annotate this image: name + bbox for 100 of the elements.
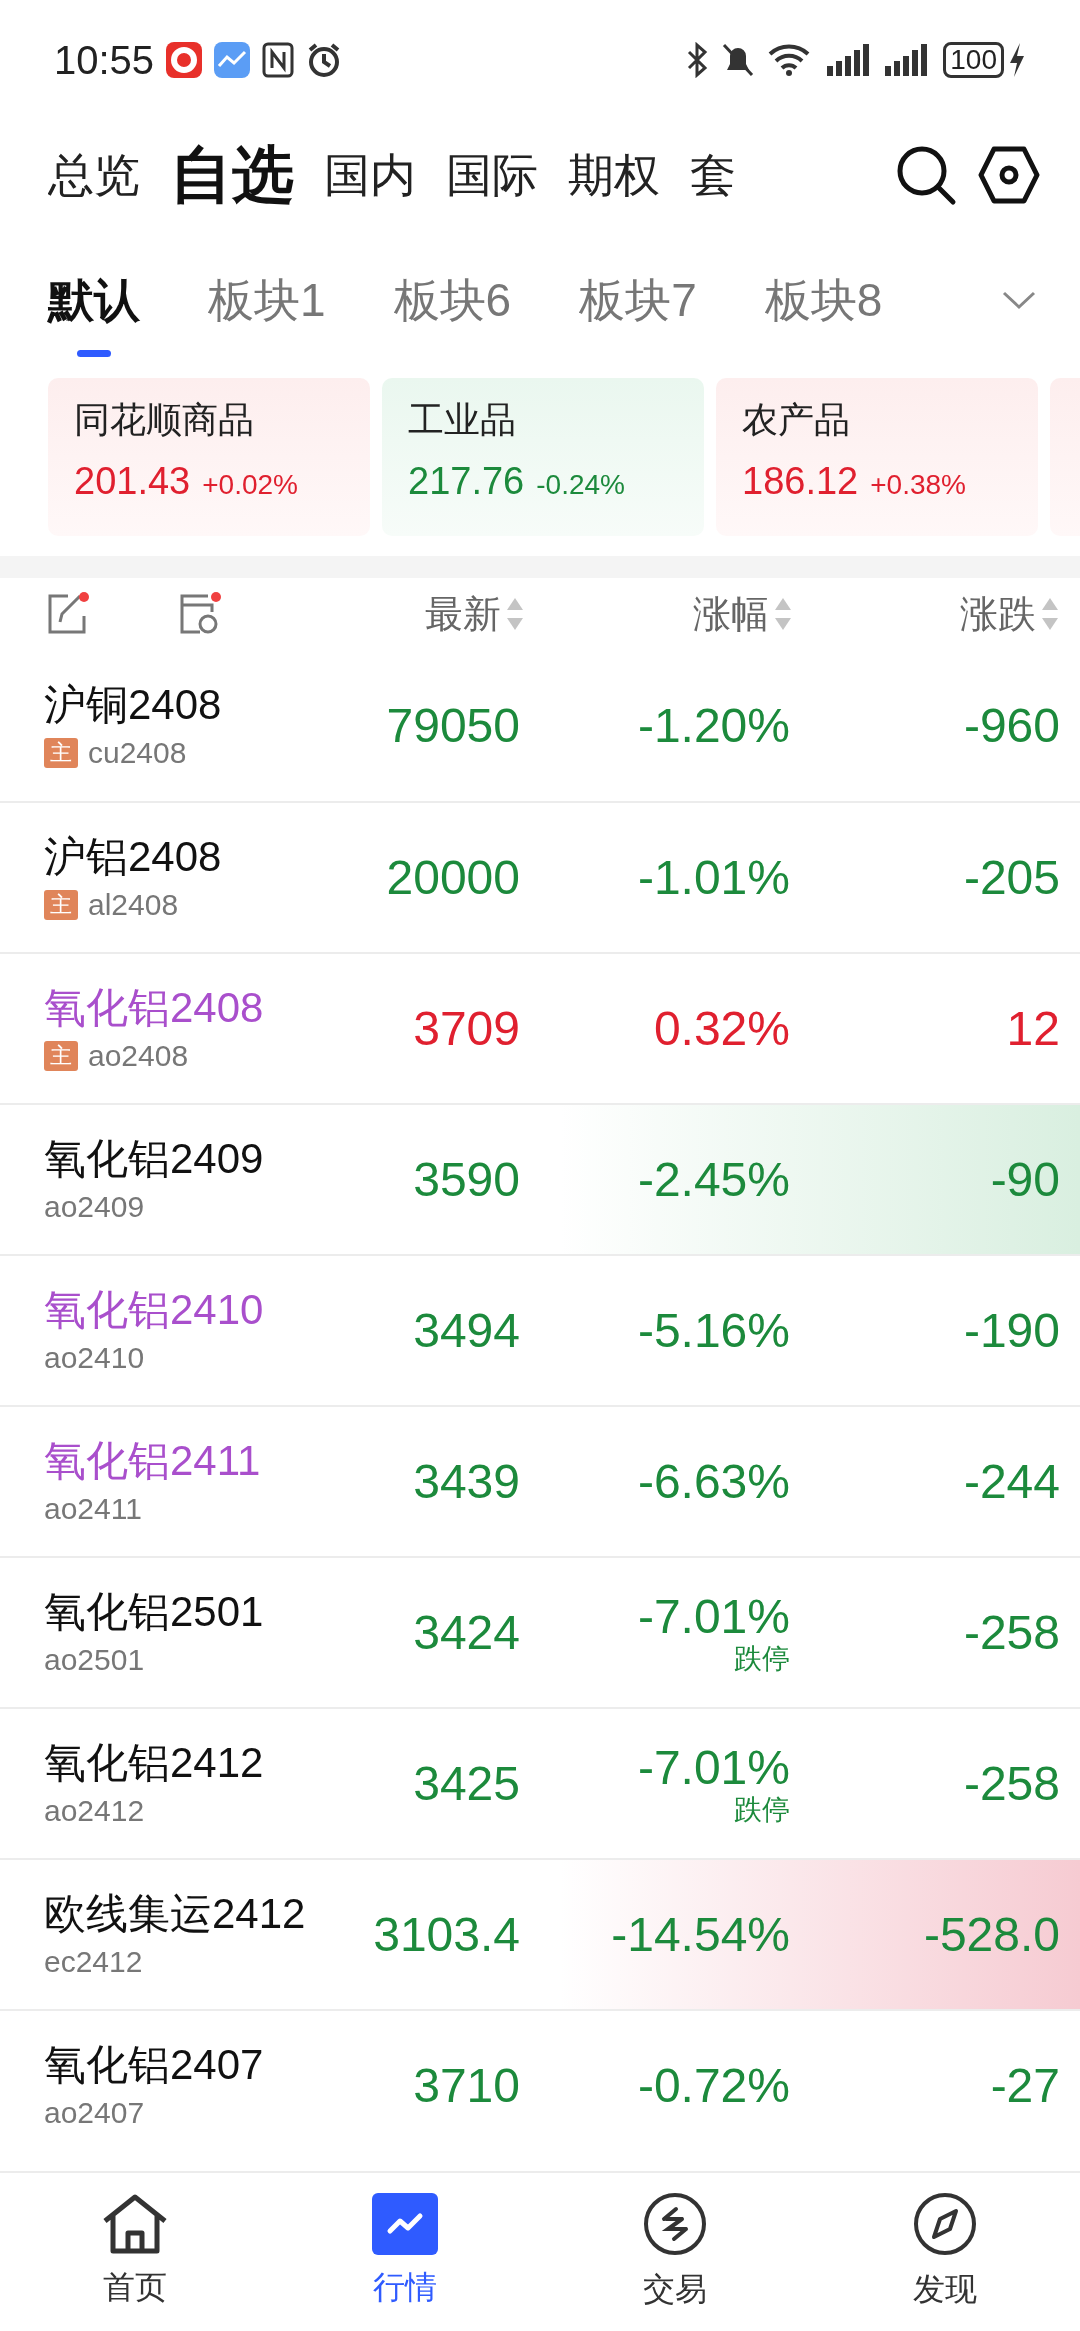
edit-icon[interactable]	[46, 592, 90, 636]
index-value: 186.12	[742, 462, 859, 500]
change-percent: -7.01%	[637, 1743, 790, 1792]
latest-price: 3590	[413, 1155, 520, 1204]
index-card[interactable]: 同花顺商品 201.43 +0.02%	[48, 378, 370, 536]
change-amount: -205	[963, 853, 1060, 902]
index-change: +0.02%	[202, 471, 298, 499]
group-tab[interactable]: 板块6	[393, 243, 512, 357]
contract-code: ec2412	[44, 1946, 143, 1977]
signal-icon	[827, 44, 870, 76]
nav-tab[interactable]: 行情	[270, 2173, 540, 2331]
group-tab[interactable]: 板块7	[579, 243, 697, 357]
battery-level: 100	[943, 42, 1004, 78]
change-percent: -5.16%	[637, 1306, 790, 1355]
wifi-icon	[767, 42, 812, 78]
main-contract-tag: 主	[44, 1040, 78, 1071]
index-change: -0.24%	[536, 471, 625, 499]
latest-price: 3424	[413, 1608, 520, 1657]
index-value: 217.76	[408, 462, 525, 500]
signal-icon	[885, 44, 928, 76]
nav-tab[interactable]: 发现	[810, 2173, 1080, 2331]
latest-price: 20000	[386, 853, 520, 902]
latest-price: 3494	[413, 1306, 520, 1355]
contract-code: cu2408	[88, 737, 187, 768]
change-amount: 12	[1006, 1004, 1060, 1053]
change-amount: -27	[990, 2061, 1060, 2110]
compass-icon	[912, 2191, 978, 2257]
contract-code: ao2410	[44, 1342, 145, 1373]
contract-name[interactable]: 欧线集运2412	[44, 1892, 364, 1935]
index-change: +0.38%	[870, 471, 966, 499]
group-tab[interactable]: 板块8	[764, 243, 883, 357]
change-amount: -258	[963, 1608, 1060, 1657]
change-percent: -0.72%	[637, 2061, 790, 2110]
column-header[interactable]: 涨跌	[960, 595, 1036, 633]
contract-code: al2408	[88, 889, 179, 920]
category-tab[interactable]: 期权	[568, 152, 660, 198]
group-tab[interactable]: 板块1	[208, 243, 326, 357]
charging-icon	[1008, 43, 1026, 77]
status-time: 10:55	[54, 37, 155, 84]
change-percent: -7.01%	[637, 1592, 790, 1641]
settings-icon[interactable]	[978, 146, 1040, 204]
change-amount: -244	[963, 1457, 1060, 1506]
change-amount: -528.0	[923, 1910, 1060, 1959]
contract-name[interactable]: 氧化铝2408	[44, 986, 364, 1029]
contract-name[interactable]: 氧化铝2412	[44, 1741, 364, 1784]
contract-name[interactable]: 氧化铝2409	[44, 1137, 364, 1180]
nfc-icon	[262, 42, 295, 78]
contract-name[interactable]: 氧化铝2411	[44, 1439, 364, 1482]
contract-code: ao2409	[44, 1191, 145, 1222]
swap-circle-icon	[642, 2191, 708, 2257]
contract-name[interactable]: 氧化铝2410	[44, 1288, 364, 1331]
chart-icon	[372, 2193, 438, 2255]
latest-price: 3103.4	[373, 1910, 520, 1959]
nav-tab[interactable]: 交易	[540, 2173, 810, 2331]
contract-code: ao2412	[44, 1795, 145, 1826]
change-percent: -6.63%	[637, 1457, 790, 1506]
nav-tab[interactable]: 首页	[0, 2173, 270, 2331]
change-percent: -14.54%	[611, 1910, 790, 1959]
group-tab[interactable]: 默认	[48, 243, 140, 357]
category-tab[interactable]: 套	[690, 152, 736, 198]
main-contract-tag: 主	[44, 737, 78, 768]
category-tab[interactable]: 国际	[446, 152, 538, 198]
limit-down-label: 跌停	[734, 1644, 790, 1673]
main-contract-tag: 主	[44, 889, 78, 920]
category-tab[interactable]: 国内	[324, 152, 416, 198]
app-notification-icon	[166, 42, 203, 78]
contract-code: ao2407	[44, 2097, 145, 2128]
latest-price: 3425	[413, 1759, 520, 1808]
change-amount: -960	[963, 701, 1060, 750]
contract-name[interactable]: 沪铜2408	[44, 683, 364, 726]
change-amount: -190	[963, 1306, 1060, 1355]
latest-price: 3710	[413, 2061, 520, 2110]
change-percent: -1.20%	[637, 701, 790, 750]
mute-bell-icon	[721, 42, 756, 78]
change-amount: -90	[990, 1155, 1060, 1204]
change-percent: 0.32%	[653, 1004, 790, 1053]
bluetooth-icon	[685, 42, 710, 78]
category-tab[interactable]: 自选	[170, 144, 294, 206]
contract-code: ao2408	[88, 1040, 189, 1071]
index-name: 同花顺商品	[74, 402, 255, 438]
change-percent: -1.01%	[637, 853, 790, 902]
contract-code: ao2501	[44, 1644, 145, 1675]
change-percent: -2.45%	[637, 1155, 790, 1204]
category-tab[interactable]: 总览	[48, 152, 140, 198]
settings-window-icon[interactable]	[178, 592, 222, 636]
column-header[interactable]: 涨幅	[692, 595, 769, 633]
latest-price: 3439	[413, 1457, 520, 1506]
contract-name[interactable]: 氧化铝2407	[44, 2043, 364, 2086]
contract-code: ao2411	[44, 1493, 142, 1524]
index-name: 工业品	[408, 402, 517, 438]
index-card[interactable]: 工业品 217.76 -0.24%	[382, 378, 704, 536]
chart-app-icon	[214, 42, 251, 78]
change-amount: -258	[963, 1759, 1060, 1808]
chevron-down-icon[interactable]	[1002, 290, 1036, 310]
search-icon[interactable]	[895, 144, 957, 206]
contract-name[interactable]: 氧化铝2501	[44, 1590, 364, 1633]
index-card[interactable]: 农产品 186.12 +0.38%	[716, 378, 1038, 536]
contract-name[interactable]: 沪铝2408	[44, 835, 364, 878]
latest-price: 3709	[413, 1004, 520, 1053]
column-header[interactable]: 最新	[425, 595, 502, 633]
